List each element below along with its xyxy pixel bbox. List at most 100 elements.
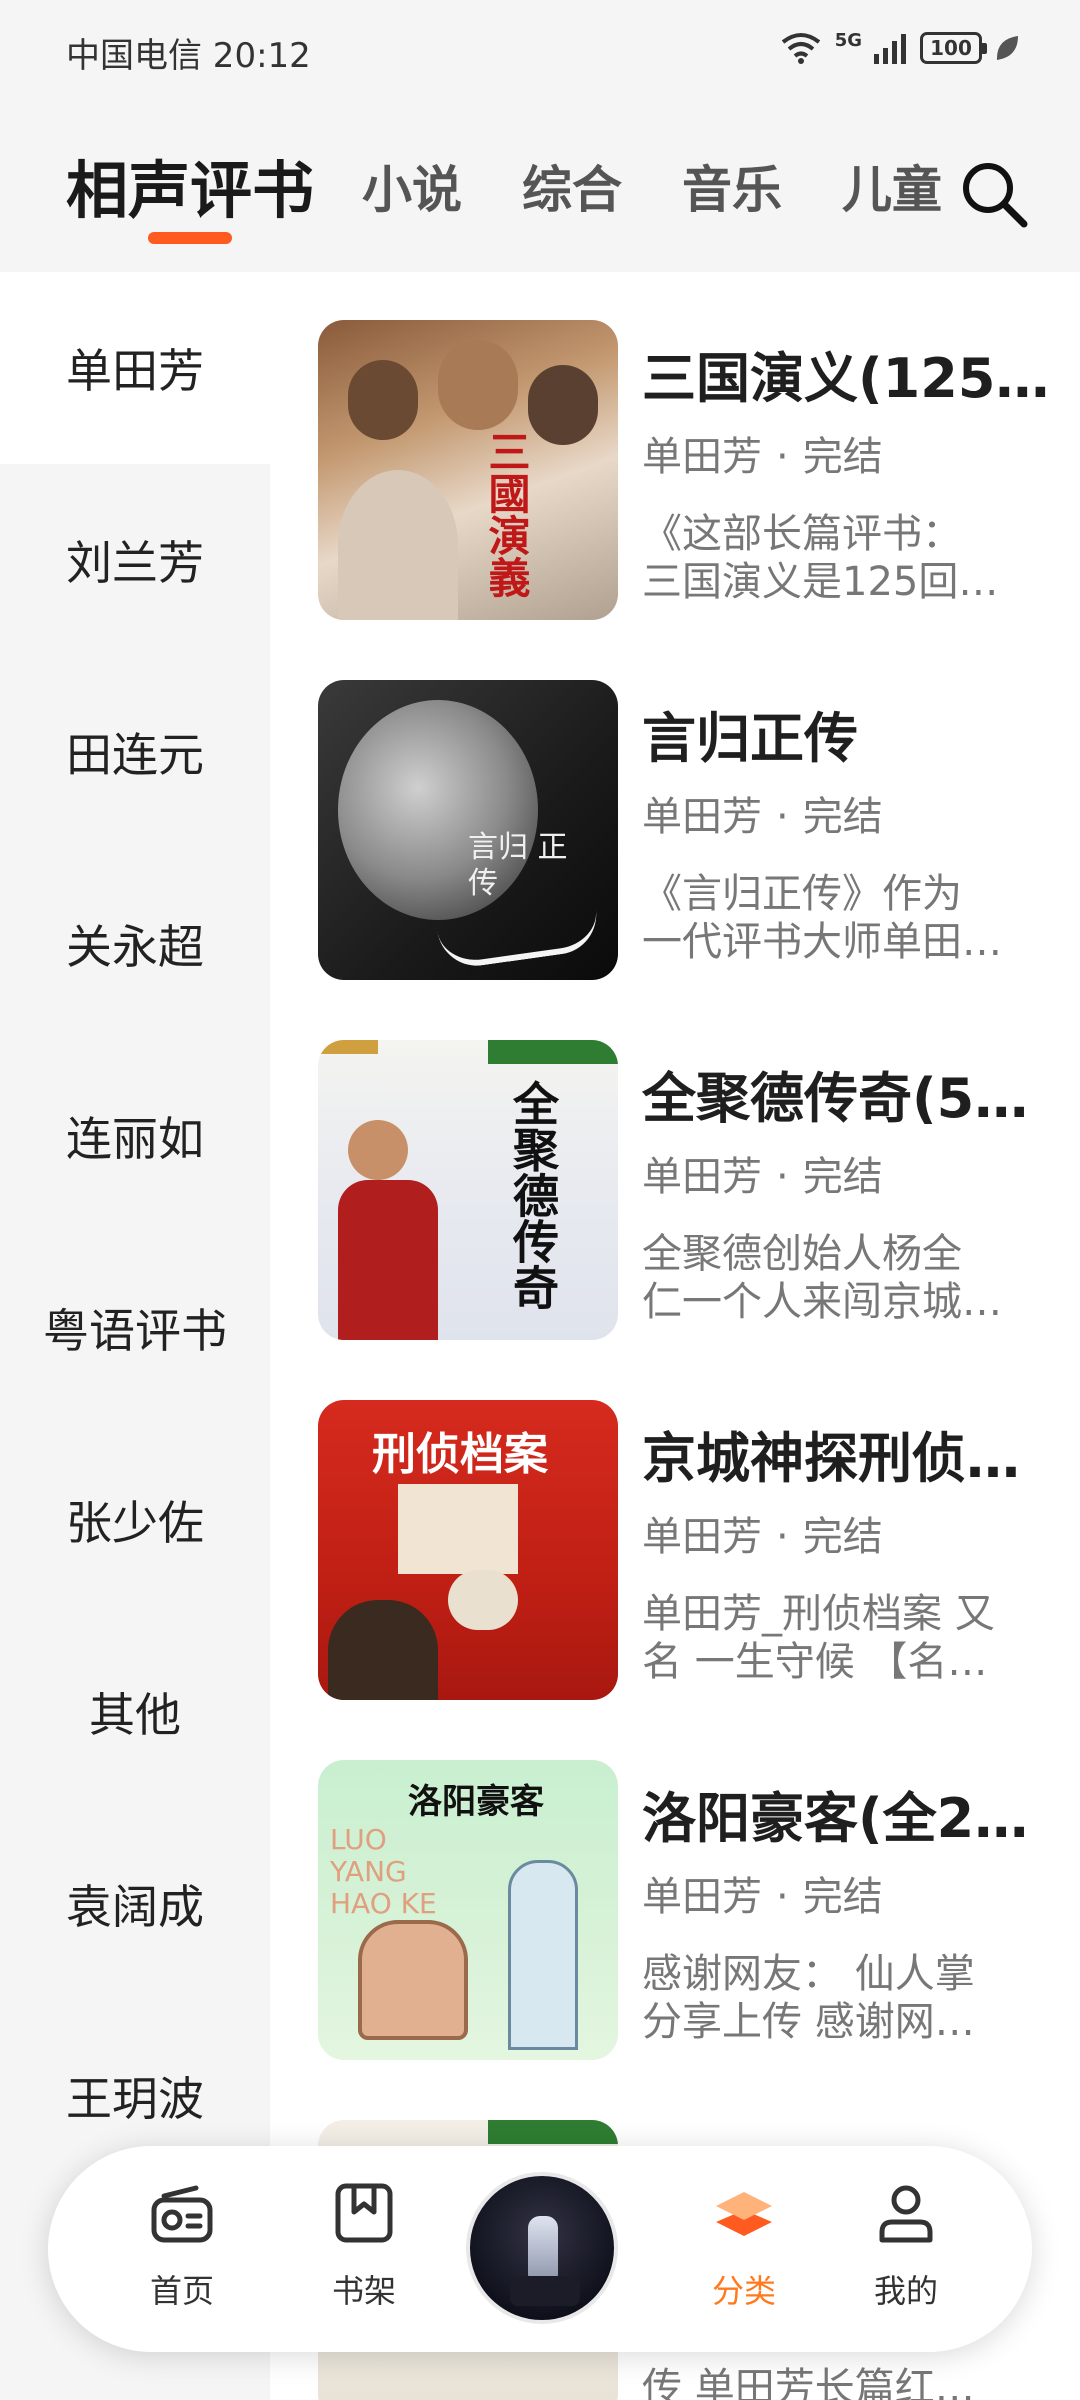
book-meta: 单田芳 · 完结 xyxy=(642,424,883,482)
desc-line: 《这部长篇评书： xyxy=(642,511,962,557)
desc-line: 感谢网友： 仙人掌 xyxy=(642,1951,975,1997)
network-label: 5G xyxy=(834,30,862,51)
book-meta: 单田芳 · 完结 xyxy=(642,784,883,842)
sidebar-item-cantonese[interactable]: 粤语评书 xyxy=(0,1232,270,1424)
tab-crosstalk-storytelling[interactable]: 相声评书 xyxy=(66,140,314,230)
book-meta: 单田芳 · 完结 xyxy=(642,1504,883,1562)
desc-line: 传 单田芳长篇红… xyxy=(642,2365,975,2400)
book-author: 单田芳 xyxy=(642,1154,762,1200)
sidebar: 单田芳 刘兰芳 田连元 关永超 连丽如 粤语评书 张少佐 其他 袁阔成 王玥波 xyxy=(0,272,270,2400)
radio-icon xyxy=(151,2185,213,2243)
book-description: 《这部长篇评书： 三国演义是125回… xyxy=(642,510,1042,606)
sidebar-item-lian-liru[interactable]: 连丽如 xyxy=(0,1040,270,1232)
wifi-icon xyxy=(781,33,820,64)
meta-separator: · xyxy=(776,1514,789,1560)
cover-title: 三國演義 xyxy=(482,430,531,598)
book-status: 完结 xyxy=(802,1874,883,1920)
book-description: 单田芳_刑侦档案 又名 一生守候 【名… xyxy=(642,1590,1042,1686)
meta-separator: · xyxy=(776,794,789,840)
active-tab-indicator xyxy=(148,232,232,244)
book-author: 单田芳 xyxy=(642,1874,762,1920)
tab-novel[interactable]: 小说 xyxy=(362,150,462,222)
book-status: 完结 xyxy=(802,1154,883,1200)
nav-home[interactable]: 首页 xyxy=(112,2182,252,2322)
sidebar-item-yuan-kuocheng[interactable]: 袁阔成 xyxy=(0,1808,270,2000)
cover-title: 全聚德传奇 xyxy=(506,1080,560,1310)
user-icon xyxy=(879,2185,933,2243)
book-description: 传 单田芳长篇红… xyxy=(642,2364,1042,2400)
book-status: 完结 xyxy=(802,1514,883,1560)
desc-line: 单田芳_刑侦档案 又 xyxy=(642,1591,995,1637)
cover-subtitle: LUO YANG HAO KE xyxy=(330,1823,437,1920)
book-cover: 全聚德传奇 xyxy=(318,1040,618,1340)
list-item[interactable]: 洛阳豪客 LUO YANG HAO KE 洛阳豪客(全2… 单田芳 · 完结 感谢网… xyxy=(318,1760,1058,2060)
desc-line: 《言归正传》作为 xyxy=(642,871,962,917)
book-status: 完结 xyxy=(802,794,883,840)
nav-category[interactable]: 分类 xyxy=(674,2182,814,2322)
list-item[interactable]: 三國演義 三国演义(125… 单田芳 · 完结 《这部长篇评书： 三国演义是125回… xyxy=(318,320,1058,620)
sidebar-item-liu-lanfang[interactable]: 刘兰芳 xyxy=(0,464,270,656)
book-status: 完结 xyxy=(802,434,883,480)
book-author: 单田芳 xyxy=(642,1514,762,1560)
book-description: 全聚德创始人杨全 仁一个人来闯京城… xyxy=(642,1230,1042,1326)
meta-separator: · xyxy=(776,1154,789,1200)
meta-separator: · xyxy=(776,434,789,480)
status-icons: 5G 100 xyxy=(779,30,1020,66)
book-author: 单田芳 xyxy=(642,794,762,840)
list-item[interactable]: 言归 正传 言归正传 单田芳 · 完结 《言归正传》作为 一代评书大师单田… xyxy=(318,680,1058,980)
tab-children[interactable]: 儿童 xyxy=(842,150,942,222)
book-title: 言归正传 xyxy=(642,707,858,770)
carrier-time: 中国电信 20:12 xyxy=(66,36,311,76)
list-item[interactable]: 全聚德传奇 全聚德传奇(5… 单田芳 · 完结 全聚德创始人杨全 仁一个人来闯京城… xyxy=(318,1040,1058,1340)
book-cover: 三國演義 xyxy=(318,320,618,620)
bookmark-icon xyxy=(335,2183,393,2243)
cover-title: 洛阳豪客 xyxy=(408,1782,544,1822)
tab-music[interactable]: 音乐 xyxy=(682,150,782,222)
battery-icon: 100 xyxy=(920,32,987,64)
book-cover: 洛阳豪客 LUO YANG HAO KE xyxy=(318,1760,618,2060)
book-title: 京城神探刑侦… xyxy=(642,1427,1020,1490)
sidebar-item-tian-lianyuan[interactable]: 田连元 xyxy=(0,656,270,848)
sidebar-item-zhang-shaozuo[interactable]: 张少佐 xyxy=(0,1424,270,1616)
bottom-nav: 首页 书架 分类 我的 xyxy=(48,2146,1032,2352)
cover-title: 言归 正传 xyxy=(468,830,568,901)
desc-line: 一代评书大师单田… xyxy=(642,919,1002,965)
nav-bookshelf[interactable]: 书架 xyxy=(294,2182,434,2322)
desc-line: 名 一生守候 【名… xyxy=(642,1639,988,1685)
desc-line: 全聚德创始人杨全 xyxy=(642,1231,962,1277)
now-playing-button[interactable] xyxy=(466,2172,618,2324)
book-meta: 单田芳 · 完结 xyxy=(642,1144,883,1202)
desc-line: 分享上传 感谢网… xyxy=(642,1999,975,2045)
now-playing-art-detail xyxy=(510,2276,580,2306)
book-meta: 单田芳 · 完结 xyxy=(642,1864,883,1922)
meta-separator: · xyxy=(776,1874,789,1920)
leaf-icon xyxy=(996,36,1018,60)
sidebar-item-guan-yongchao[interactable]: 关永超 xyxy=(0,848,270,1040)
nav-label: 书架 xyxy=(331,2272,396,2310)
book-description: 感谢网友： 仙人掌 分享上传 感谢网… xyxy=(642,1950,1042,2046)
book-title: 洛阳豪客(全2… xyxy=(642,1787,1029,1850)
desc-line: 仁一个人来闯京城… xyxy=(642,1279,1002,1325)
book-cover: 刑侦档案 xyxy=(318,1400,618,1700)
layers-icon xyxy=(716,2192,772,2236)
book-title: 全聚德传奇(5… xyxy=(642,1067,1029,1130)
list-item[interactable]: 刑侦档案 京城神探刑侦… 单田芳 · 完结 单田芳_刑侦档案 又名 一生守候 【名… xyxy=(318,1400,1058,1700)
nav-label: 分类 xyxy=(711,2272,776,2310)
nav-label: 我的 xyxy=(873,2272,938,2310)
book-author: 单田芳 xyxy=(642,434,762,480)
sidebar-item-shan-tianfang[interactable]: 单田芳 xyxy=(0,272,270,464)
book-cover: 言归 正传 xyxy=(318,680,618,980)
book-description: 《言归正传》作为 一代评书大师单田… xyxy=(642,870,1042,966)
category-tabs: 相声评书 小说 综合 音乐 儿童 xyxy=(0,100,1080,272)
sidebar-item-other[interactable]: 其他 xyxy=(0,1616,270,1808)
status-bar: 中国电信 20:12 5G 100 xyxy=(0,0,1080,100)
nav-label: 首页 xyxy=(149,2272,214,2310)
battery-level: 100 xyxy=(930,36,972,60)
book-title: 三国演义(125… xyxy=(642,347,1050,410)
tab-general[interactable]: 综合 xyxy=(522,150,622,222)
search-icon[interactable] xyxy=(958,158,1030,230)
cover-title: 刑侦档案 xyxy=(372,1429,548,1480)
book-list: 三國演義 三国演义(125… 单田芳 · 完结 《这部长篇评书： 三国演义是125回…… xyxy=(270,272,1080,2400)
nav-profile[interactable]: 我的 xyxy=(836,2182,976,2322)
signal-icon xyxy=(874,34,906,64)
